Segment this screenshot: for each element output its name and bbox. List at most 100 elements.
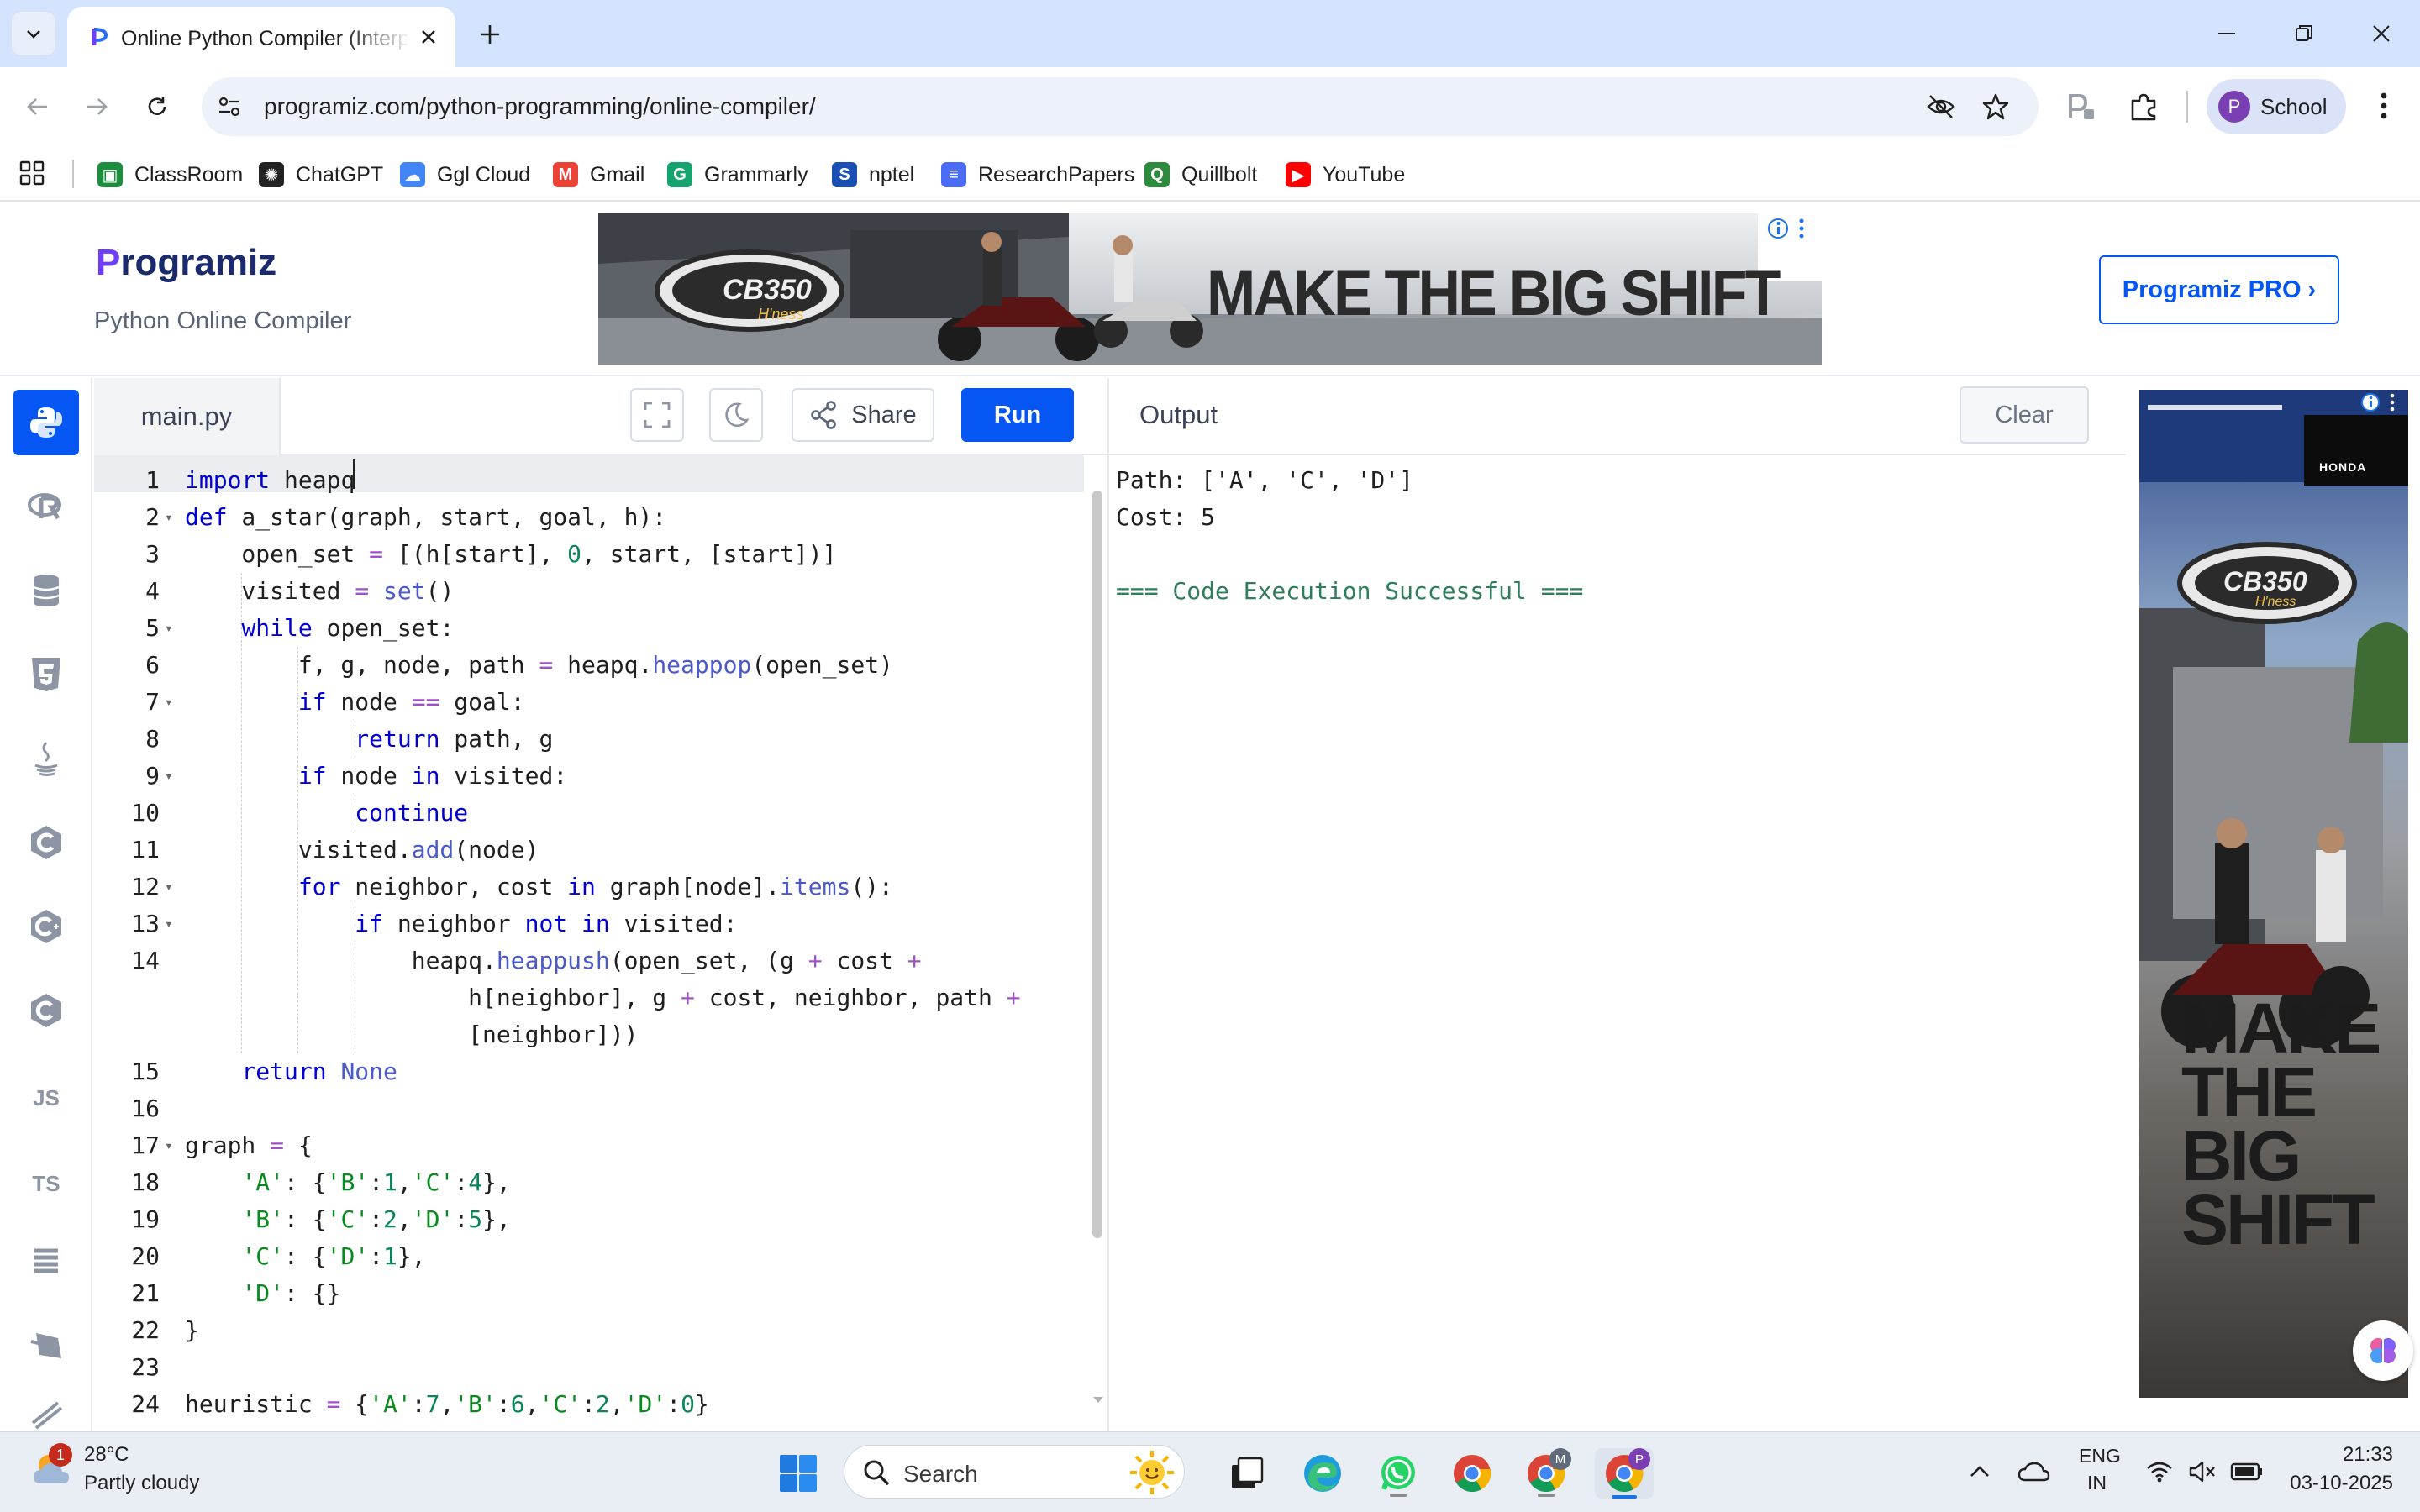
- minimize-icon: [2218, 33, 2235, 34]
- chevron-up-icon[interactable]: [1968, 1460, 1991, 1483]
- banner-ad-sub: H'ness: [758, 306, 804, 323]
- file-tab[interactable]: main.py: [94, 378, 281, 455]
- back-button[interactable]: [17, 86, 59, 128]
- site-info-icon[interactable]: [217, 94, 242, 119]
- code-line: while open_set:: [241, 614, 455, 642]
- dark-mode-button[interactable]: [709, 388, 763, 442]
- ad-menu-icon[interactable]: [1795, 217, 1808, 240]
- search-label: Search: [903, 1461, 978, 1487]
- code-line: 'A': {'B':1,'C':4},: [241, 1168, 511, 1196]
- fold-toggle-icon[interactable]: ▾: [165, 1127, 176, 1164]
- rail-typescript[interactable]: TS: [13, 1151, 79, 1216]
- scroll-down-arrow-icon[interactable]: [1092, 1396, 1104, 1404]
- clock-time[interactable]: 21:33: [2312, 1443, 2393, 1467]
- bookmark-chatgpt[interactable]: ✺ ChatGPT: [259, 158, 383, 192]
- whatsapp-button[interactable]: [1373, 1448, 1423, 1499]
- start-button[interactable]: [773, 1448, 823, 1499]
- chrome-button[interactable]: [1447, 1448, 1497, 1499]
- fullscreen-icon: [644, 402, 671, 428]
- code-line: return path, g: [355, 725, 554, 753]
- tab-close-icon[interactable]: [413, 22, 444, 52]
- more-vert-icon[interactable]: [2371, 89, 2396, 123]
- extensions-puzzle-icon[interactable]: [2128, 91, 2160, 123]
- rail-go[interactable]: [13, 1230, 79, 1295]
- apps-grid-icon[interactable]: [18, 160, 45, 186]
- bookmark-nptel[interactable]: Snptel: [832, 158, 914, 192]
- password-manager-icon[interactable]: [2065, 91, 2097, 123]
- banner-ad[interactable]: CB350 H'ness MAKE THE BIG SHIFT: [598, 213, 1822, 365]
- bookmark-researchpapers[interactable]: ≡ ResearchPapers: [941, 158, 1134, 192]
- edge-button[interactable]: [1297, 1448, 1348, 1499]
- weather-widget[interactable]: 1: [29, 1443, 79, 1494]
- rail-java[interactable]: [13, 726, 79, 791]
- wifi-icon[interactable]: [2146, 1460, 2173, 1483]
- eye-off-icon[interactable]: [1926, 92, 1956, 121]
- rail-javascript[interactable]: JS: [13, 1065, 79, 1131]
- code-editor[interactable]: 1 2 ▾ 3 4 5 ▾ 6 7 ▾ 8 9 ▾ 10 11 12 ▾ 13 ▾ 14 15 16 17 ▾ 18 19 20 21…: [94, 455, 1107, 1431]
- bookmark-star-icon[interactable]: [1981, 92, 2010, 121]
- bookmark-classroom[interactable]: ▣ ClassRoom: [97, 158, 243, 192]
- output-line: Cost: 5: [1116, 503, 1216, 531]
- chrome-profile-m-button[interactable]: M: [1521, 1448, 1571, 1499]
- reload-button[interactable]: [136, 86, 178, 128]
- rail-r[interactable]: [13, 474, 79, 539]
- new-tab-button[interactable]: [471, 15, 509, 54]
- code-line: import heapq: [185, 466, 355, 494]
- battery-icon[interactable]: [2230, 1462, 2264, 1482]
- rail-swift[interactable]: [13, 1398, 79, 1431]
- taskbar-search[interactable]: Search: [844, 1445, 1185, 1499]
- bookmark-grammarly[interactable]: G Grammarly: [667, 158, 808, 192]
- side-ad-headline: MAKE THE BIG SHIFT: [2181, 989, 2381, 1259]
- rail-cpp[interactable]: [13, 894, 79, 959]
- rail-csharp[interactable]: [13, 978, 79, 1043]
- ad-menu-icon[interactable]: [2386, 391, 2398, 413]
- ad-info-icon[interactable]: [2360, 391, 2381, 413]
- share-button[interactable]: Share: [792, 388, 934, 442]
- input-language-bottom[interactable]: IN: [2087, 1472, 2107, 1494]
- bookmark-youtube[interactable]: ▶ YouTube: [1286, 158, 1405, 192]
- close-window-button[interactable]: [2356, 12, 2407, 55]
- ad-info-icon[interactable]: [1766, 217, 1790, 240]
- line-number: 8: [145, 725, 160, 753]
- fold-toggle-icon[interactable]: ▾: [165, 758, 176, 795]
- run-button[interactable]: Run: [961, 388, 1074, 442]
- programiz-logo[interactable]: Programiz: [96, 242, 276, 284]
- bookmark-ggl-cloud[interactable]: ☁ Ggl Cloud: [400, 158, 530, 192]
- chrome-profile-badge: M: [1549, 1448, 1571, 1470]
- fold-toggle-icon[interactable]: ▾: [165, 869, 176, 906]
- profile-button[interactable]: P School: [2207, 79, 2346, 134]
- restore-button[interactable]: [2279, 12, 2329, 55]
- fold-toggle-icon[interactable]: ▾: [165, 684, 176, 721]
- fold-toggle-icon[interactable]: ▾: [165, 499, 176, 536]
- task-view-button[interactable]: [1222, 1448, 1272, 1499]
- fullscreen-button[interactable]: [630, 388, 684, 442]
- ai-assistant-button[interactable]: [2353, 1320, 2413, 1381]
- address-bar[interactable]: programiz.com/python-programming/online-…: [202, 77, 2039, 136]
- brain-icon: [2370, 1338, 2396, 1363]
- chrome-profile-p-button[interactable]: P: [1595, 1448, 1654, 1499]
- bookmark-gmail[interactable]: M Gmail: [553, 158, 644, 192]
- rail-php[interactable]: [13, 1314, 79, 1379]
- code-line: graph = {: [185, 1131, 313, 1159]
- rail-c[interactable]: [13, 810, 79, 875]
- forward-button[interactable]: [76, 86, 118, 128]
- programiz-pro-button[interactable]: Programiz PRO ›: [2099, 255, 2339, 324]
- editor-scrollbar-thumb[interactable]: [1092, 491, 1102, 1238]
- bookmark-quillbolt[interactable]: Q Quillbolt: [1144, 158, 1257, 192]
- browser-tab-active[interactable]: Online Python Compiler (Interpreter): [67, 7, 455, 67]
- tab-search-button[interactable]: [12, 12, 55, 55]
- fold-toggle-icon[interactable]: ▾: [165, 906, 176, 942]
- clear-button[interactable]: Clear: [1960, 386, 2089, 444]
- side-ad[interactable]: HONDA CB350 H'ness MAKE THE BIG SHIFT: [2139, 390, 2408, 1398]
- rail-sql[interactable]: [13, 558, 79, 623]
- rail-python[interactable]: [13, 390, 79, 455]
- speaker-muted-icon[interactable]: [2188, 1460, 2217, 1483]
- code-line: open_set = [(h[start], 0, start, [start]…: [185, 540, 837, 568]
- fold-toggle-icon[interactable]: ▾: [165, 610, 176, 647]
- input-language-top[interactable]: ENG: [2079, 1445, 2121, 1467]
- clock-date[interactable]: 03-10-2025: [2272, 1472, 2393, 1495]
- minimize-button[interactable]: [2202, 12, 2252, 55]
- rail-html[interactable]: [13, 642, 79, 707]
- onedrive-cloud-icon[interactable]: [2017, 1460, 2050, 1483]
- edge-icon: [1304, 1455, 1341, 1492]
